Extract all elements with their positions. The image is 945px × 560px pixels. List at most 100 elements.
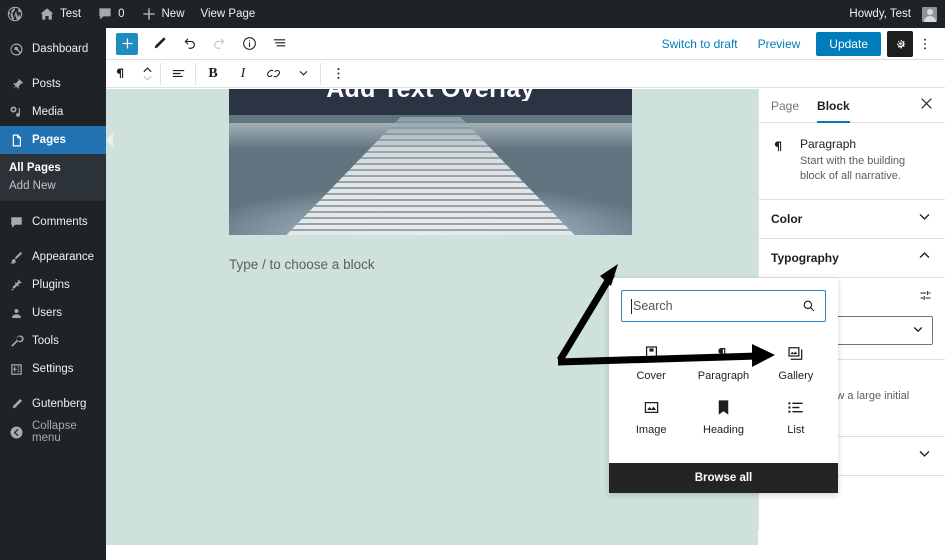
sidebar-item-label: Plugins <box>32 279 70 291</box>
new-label: New <box>161 8 185 20</box>
wp-admin-sidebar-menu: Dashboard Posts Media Pages All Pages Ad… <box>0 28 113 560</box>
block-label: Image <box>635 424 667 436</box>
more-rich-text-button[interactable] <box>288 61 318 87</box>
add-block-toggle-button[interactable] <box>116 32 138 55</box>
redo-arrow-icon <box>213 38 224 49</box>
align-text-button[interactable] <box>163 61 193 87</box>
paragraph-placeholder: Type / to choose a block <box>229 257 375 272</box>
switch-to-draft-button[interactable]: Switch to draft <box>652 37 748 51</box>
sidebar-item-gutenberg[interactable]: Gutenberg <box>0 390 106 418</box>
paragraph-block-icon <box>116 68 123 79</box>
vertical-dots-icon <box>337 68 339 79</box>
settings-toggle-button[interactable] <box>887 30 913 57</box>
details-button[interactable] <box>234 31 264 57</box>
sidebar-item-label: Users <box>32 307 63 319</box>
sidebar-item-plugins[interactable]: Plugins <box>0 271 106 299</box>
chevron-up-icon <box>918 249 931 267</box>
cover-block[interactable]: Add Text Overlay <box>229 89 632 235</box>
howdy-label: Howdy, Test <box>849 8 911 20</box>
wordpress-logo-menu[interactable] <box>0 0 31 28</box>
plug-icon <box>11 279 22 291</box>
pages-icon <box>12 134 21 146</box>
block-toolbar: B I <box>106 60 945 88</box>
block-type-group <box>106 60 158 88</box>
tab-block[interactable]: Block <box>817 89 850 123</box>
sidebar-item-media[interactable]: Media <box>0 98 106 126</box>
formatting-group: B I <box>198 60 318 88</box>
settings-sliders-icon <box>11 363 22 375</box>
sidebar-item-posts[interactable]: Posts <box>0 70 106 98</box>
link-icon <box>266 69 280 78</box>
comment-bubble-icon <box>99 8 111 20</box>
block-label: Heading <box>703 424 744 436</box>
italic-label: I <box>240 65 246 81</box>
sidebar-item-comments[interactable]: Comments <box>0 208 106 236</box>
close-sidebar-button[interactable] <box>920 97 933 115</box>
site-name-menu[interactable]: Test <box>31 0 89 28</box>
inserter-block-image[interactable]: Image <box>615 390 687 442</box>
view-page-link[interactable]: View Page <box>193 0 264 28</box>
sidebar-item-users[interactable]: Users <box>0 299 106 327</box>
my-account-menu[interactable]: Howdy, Test <box>841 0 945 28</box>
block-label: Gallery <box>778 370 814 382</box>
block-label: List <box>787 424 805 436</box>
cover-title-text[interactable]: Add Text Overlay <box>229 89 632 101</box>
submenu-item-all-pages[interactable]: All Pages <box>0 159 106 177</box>
pencil-icon <box>154 37 166 49</box>
block-options-button[interactable] <box>323 61 353 87</box>
submenu-item-add-new[interactable]: Add New <box>0 177 106 195</box>
sidebar-item-label: Media <box>32 106 64 118</box>
menu-top-gap <box>0 28 106 35</box>
inserter-block-list[interactable]: List <box>760 390 832 442</box>
collapse-arrow-icon <box>10 426 23 438</box>
block-card-title: Paragraph <box>800 137 857 151</box>
gutenberg-editor-screen: Test 0 New View Page Howdy, Test Dashboa… <box>0 0 945 560</box>
sidebar-item-dashboard[interactable]: Dashboard <box>0 35 106 63</box>
align-left-icon <box>172 69 184 78</box>
list-block-icon <box>788 402 803 413</box>
block-type-button[interactable] <box>106 61 136 87</box>
sidebar-tabs: Page Block <box>759 89 945 123</box>
sidebar-item-label: Comments <box>32 216 88 228</box>
sidebar-item-collapse-menu[interactable]: Collapse menu <box>0 418 106 446</box>
comments-menu[interactable]: 0 <box>89 0 132 28</box>
dashboard-icon <box>10 43 23 55</box>
sliders-icon[interactable] <box>918 288 933 308</box>
bold-button[interactable]: B <box>198 61 228 87</box>
link-button[interactable] <box>258 61 288 87</box>
list-view-button[interactable] <box>264 31 294 57</box>
tab-page[interactable]: Page <box>771 89 799 123</box>
image-block-icon <box>644 401 658 414</box>
heading-block-icon <box>718 400 729 415</box>
browse-all-button[interactable]: Browse all <box>609 463 838 493</box>
wordpress-logo-icon <box>7 6 23 22</box>
undo-button[interactable] <box>174 31 204 57</box>
sidebar-item-tools[interactable]: Tools <box>0 327 106 355</box>
sidebar-item-pages[interactable]: Pages <box>0 126 113 154</box>
inserter-block-gallery[interactable]: Gallery <box>760 336 832 388</box>
move-block-buttons[interactable] <box>136 65 158 83</box>
list-view-icon <box>273 39 285 47</box>
preview-button[interactable]: Preview <box>748 37 811 51</box>
redo-button[interactable] <box>204 31 234 57</box>
chevron-down-icon <box>299 70 307 76</box>
panel-color[interactable]: Color <box>759 200 945 240</box>
new-content-menu[interactable]: New <box>133 0 193 28</box>
search-input[interactable]: Search <box>621 290 826 322</box>
sidebar-item-label: Posts <box>32 78 61 90</box>
more-options-button[interactable] <box>913 31 937 57</box>
brush-icon <box>10 251 23 263</box>
bold-label: B <box>208 65 218 81</box>
menu-gap-1 <box>0 63 106 70</box>
sidebar-item-appearance[interactable]: Appearance <box>0 243 106 271</box>
inserter-block-cover[interactable]: Cover <box>615 336 687 388</box>
inserter-block-heading[interactable]: Heading <box>687 390 759 442</box>
empty-paragraph-block[interactable]: Type / to choose a block <box>229 257 649 272</box>
sidebar-item-settings[interactable]: Settings <box>0 355 106 383</box>
inserter-block-paragraph[interactable]: Paragraph <box>687 336 759 388</box>
update-button[interactable]: Update <box>816 31 881 56</box>
italic-button[interactable]: I <box>228 61 258 87</box>
tools-button[interactable] <box>144 31 174 57</box>
panel-typography[interactable]: Typography <box>759 239 945 279</box>
pages-submenu: All Pages Add New <box>0 154 106 201</box>
